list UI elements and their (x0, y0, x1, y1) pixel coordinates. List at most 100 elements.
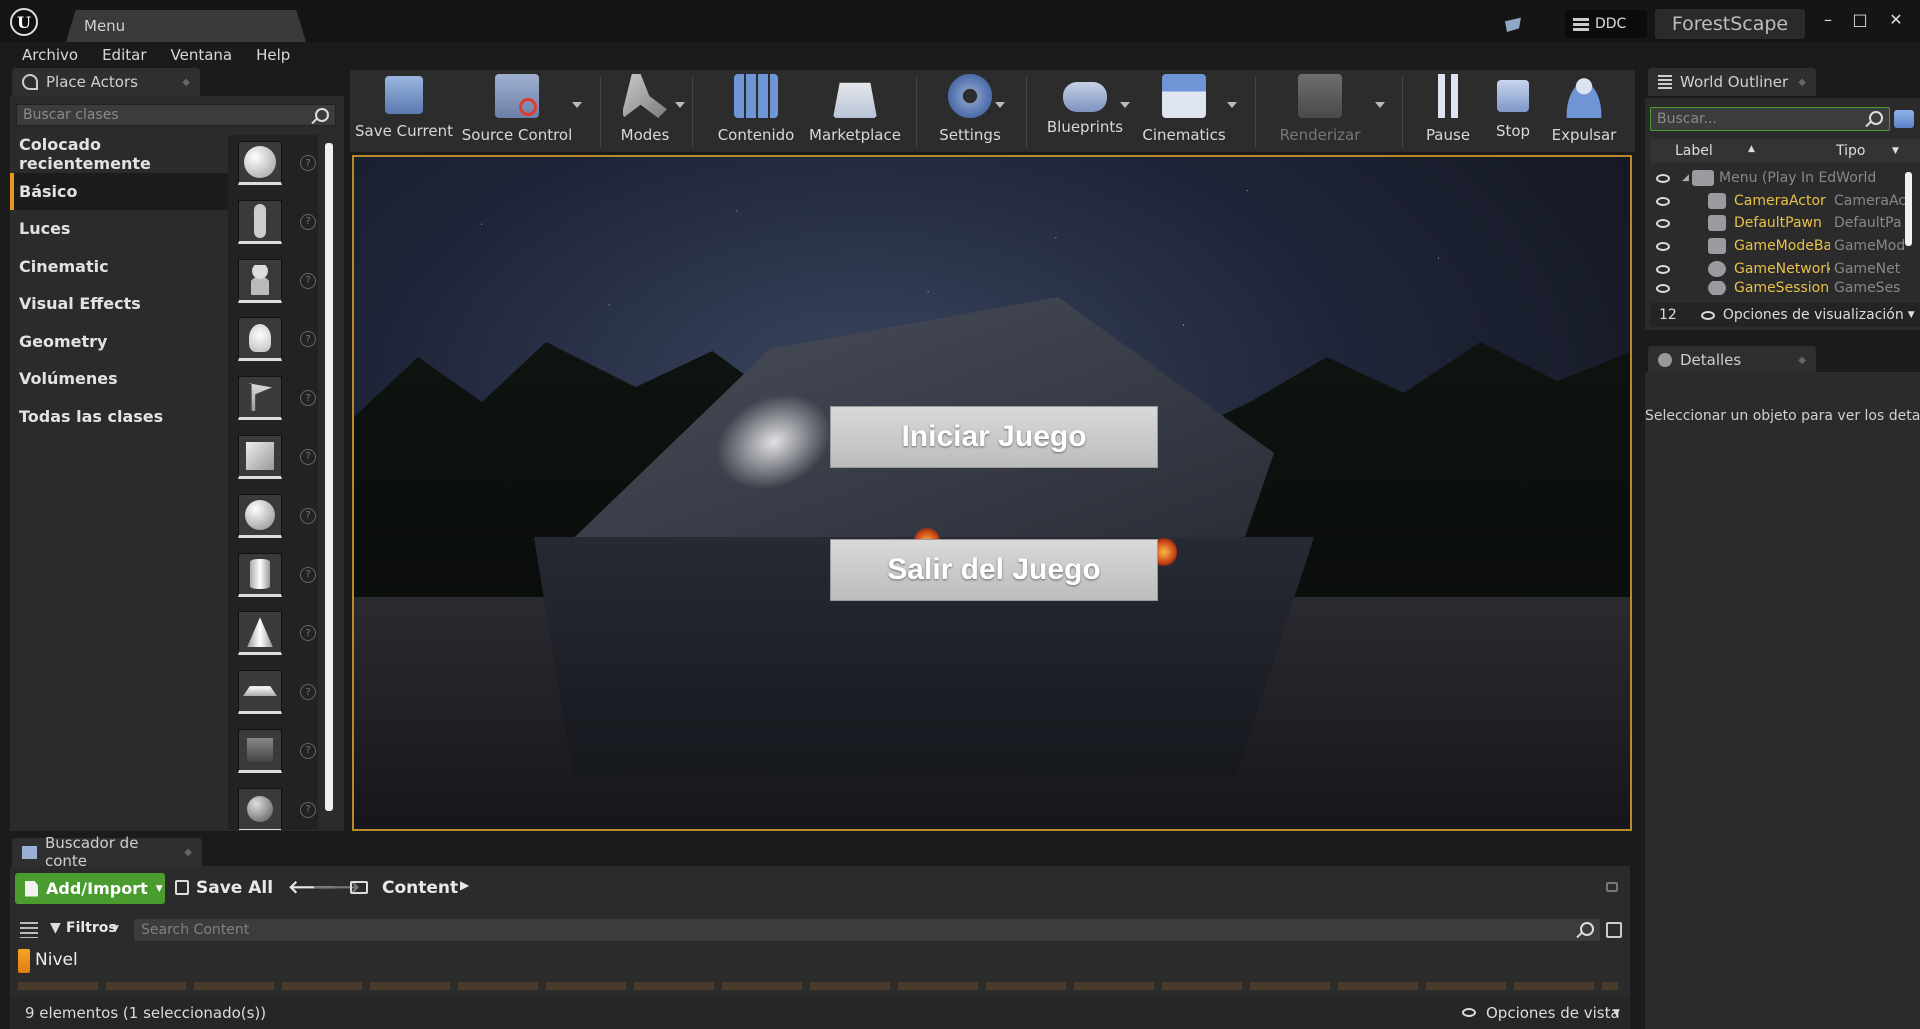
view-options-button[interactable]: Opciones de visualización (1723, 307, 1904, 323)
content-search-input[interactable]: Search Content (134, 919, 1600, 941)
help-icon[interactable]: ? (300, 213, 316, 230)
chevron-down-icon[interactable] (995, 102, 1005, 108)
outliner-row[interactable]: GameSession GameSes (1648, 281, 1920, 295)
help-icon[interactable]: ? (300, 684, 316, 701)
column-type[interactable]: Tipo (1836, 143, 1865, 159)
marketplace-button[interactable]: Marketplace (809, 70, 901, 152)
visibility-eye-icon[interactable] (1656, 218, 1670, 228)
visibility-eye-icon[interactable] (1656, 264, 1670, 274)
chevron-down-icon[interactable]: ▼ (1613, 1008, 1620, 1018)
modes-button[interactable]: Modes (615, 70, 675, 152)
chevron-down-icon[interactable]: ▼ (112, 924, 119, 934)
chevron-down-icon[interactable] (1120, 102, 1130, 108)
expand-icon[interactable]: ◢ (1682, 173, 1689, 183)
category-recent[interactable]: Colocado recientemente (10, 135, 228, 173)
asset-tile-strip[interactable] (18, 982, 1618, 990)
outliner-row[interactable]: GameModeBas GameMod (1648, 235, 1920, 258)
actor-cube[interactable]: ? (228, 429, 318, 488)
actor-plane[interactable]: ? (228, 664, 318, 723)
menu-archivo[interactable]: Archivo (10, 42, 90, 68)
help-icon[interactable]: ? (300, 390, 316, 407)
actor-cylinder[interactable]: ? (228, 547, 318, 606)
menu-ventana[interactable]: Ventana (159, 42, 245, 68)
chevron-down-icon[interactable]: ▼ (1908, 310, 1915, 320)
category-basic[interactable]: Básico (10, 172, 228, 210)
cinematics-button[interactable]: Cinematics (1142, 70, 1226, 152)
menu-help[interactable]: Help (244, 42, 302, 68)
column-label[interactable]: Label (1675, 143, 1713, 159)
pause-button[interactable]: Pause (1420, 70, 1476, 152)
actor-empty-pawn[interactable]: ? (228, 253, 318, 312)
help-icon[interactable]: ? (300, 566, 316, 583)
save-search-icon[interactable] (1606, 922, 1622, 938)
visibility-eye-icon[interactable] (1656, 283, 1670, 293)
details-tab[interactable]: Detalles ◆ (1648, 346, 1816, 374)
content-browser-tab[interactable]: Buscador de conte ◆ (12, 834, 202, 870)
outliner-row[interactable]: CameraActor CameraAc (1648, 190, 1920, 213)
minimize-button[interactable]: – (1814, 8, 1842, 30)
category-visual-effects[interactable]: Visual Effects (10, 285, 228, 323)
help-icon[interactable]: ? (300, 742, 316, 759)
level-tab[interactable]: Menu (66, 10, 306, 42)
build-button[interactable]: Renderizar (1272, 70, 1368, 152)
tab-close-icon[interactable]: ◆ (1798, 77, 1806, 88)
tab-close-icon[interactable]: ◆ (182, 77, 190, 88)
menu-editar[interactable]: Editar (90, 42, 158, 68)
outliner-row[interactable]: GameNetworkI GameNet (1648, 258, 1920, 281)
source-control-button[interactable]: Source Control (462, 70, 572, 152)
game-viewport[interactable]: Iniciar Juego Salir del Juego (352, 155, 1632, 831)
help-icon[interactable]: ? (300, 272, 316, 289)
close-button[interactable]: ✕ (1882, 8, 1910, 30)
class-search-input[interactable]: Buscar clases (16, 104, 336, 126)
actor-point-light[interactable]: ? (228, 311, 318, 370)
category-all-classes[interactable]: Todas las clases (10, 398, 228, 436)
level-filter-chip[interactable]: Nivel (35, 950, 78, 970)
content-path-crumb[interactable]: Content (382, 878, 458, 898)
add-import-button[interactable]: Add/Import ▼ (15, 873, 165, 904)
blueprints-button[interactable]: Blueprints (1043, 70, 1127, 152)
stop-button[interactable]: Stop (1485, 70, 1541, 152)
outliner-row[interactable]: DefaultPawn DefaultPa (1648, 212, 1920, 235)
tab-close-icon[interactable]: ◆ (184, 847, 192, 858)
save-all-button[interactable]: Save All (196, 878, 273, 898)
maximize-button[interactable]: □ (1846, 8, 1874, 30)
category-geometry[interactable]: Geometry (10, 323, 228, 361)
chevron-down-icon[interactable] (1227, 102, 1237, 108)
column-options-icon[interactable]: ▼ (1892, 146, 1899, 156)
tab-close-icon[interactable]: ◆ (1798, 355, 1806, 366)
actor-list-scrollbar[interactable] (325, 143, 333, 811)
outliner-row-world[interactable]: ◢ Menu (Play In EdWorld (1648, 167, 1920, 190)
actor-sphere-trigger[interactable]: ? (228, 782, 318, 830)
actor-cone[interactable]: ? (228, 605, 318, 664)
ddc-indicator[interactable]: DDC (1565, 10, 1647, 38)
actor-empty-actor[interactable]: ? (228, 135, 318, 194)
actor-empty-character[interactable]: ? (228, 194, 318, 253)
outliner-scrollbar[interactable] (1905, 172, 1912, 246)
visibility-eye-icon[interactable] (1656, 173, 1670, 183)
category-volumes[interactable]: Volúmenes (10, 360, 228, 398)
sources-toggle-icon[interactable] (20, 922, 38, 938)
save-current-button[interactable]: Save Current (355, 70, 453, 152)
add-actor-icon[interactable] (1894, 110, 1914, 128)
settings-button[interactable]: Settings (930, 70, 1010, 152)
content-button[interactable]: Contenido (718, 70, 794, 152)
outliner-search-input[interactable]: Buscar... (1650, 107, 1890, 131)
help-icon[interactable]: ? (300, 155, 316, 171)
lock-icon[interactable] (1606, 882, 1618, 892)
start-game-button[interactable]: Iniciar Juego (830, 406, 1158, 468)
help-icon[interactable]: ? (300, 448, 316, 465)
chevron-down-icon[interactable] (675, 102, 685, 108)
chevron-down-icon[interactable] (572, 102, 582, 108)
help-icon[interactable]: ? (300, 801, 316, 818)
view-options-button[interactable]: Opciones de vista (1486, 1004, 1620, 1022)
chevron-down-icon[interactable] (1375, 102, 1385, 108)
world-outliner-tab[interactable]: World Outliner ◆ (1648, 68, 1816, 96)
visibility-eye-icon[interactable] (1656, 196, 1670, 206)
eject-button[interactable]: Expulsar (1548, 70, 1620, 152)
path-chevron-icon[interactable]: ▶ (460, 878, 469, 892)
actor-box-trigger[interactable]: ? (228, 723, 318, 782)
filters-button[interactable]: Filtros (66, 920, 117, 936)
place-actors-tab[interactable]: Place Actors ◆ (12, 68, 200, 96)
help-icon[interactable]: ? (300, 625, 316, 642)
actor-sphere[interactable]: ? (228, 488, 318, 547)
